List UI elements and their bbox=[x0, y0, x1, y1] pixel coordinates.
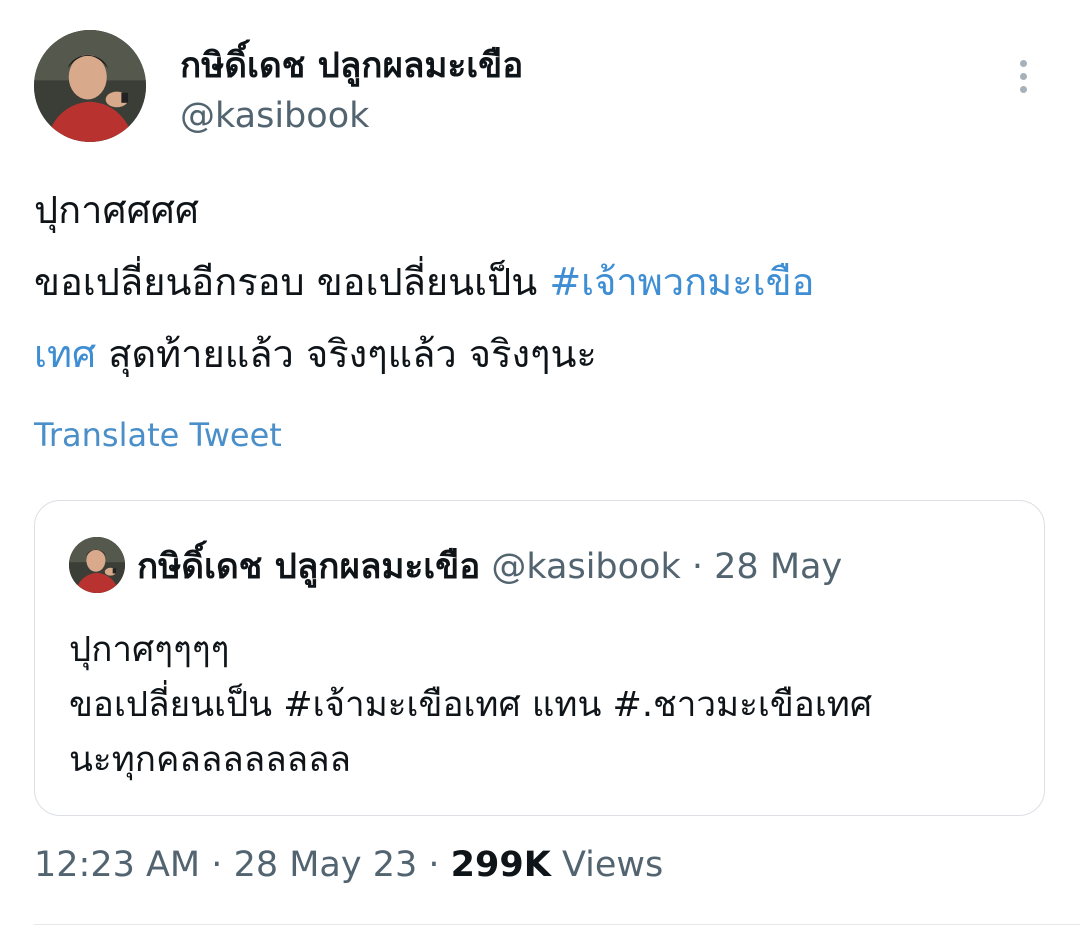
separator-dot: · bbox=[428, 845, 440, 885]
quoted-tweet-header: กษิดิ์เดช ปลูกผลมะเขือ @kasibook · 28 Ma… bbox=[137, 545, 842, 589]
translate-tweet-link[interactable]: Translate Tweet bbox=[34, 414, 282, 456]
hashtag-link[interactable]: เทศ bbox=[34, 332, 96, 376]
tweet-text: ปุกาศศศศ ขอเปลี่ยนอีกรอบ ขอเปลี่ยนเป็น #… bbox=[34, 174, 1049, 390]
text-segment: ขอเปลี่ยนอีกรอบ ขอเปลี่ยนเป็น bbox=[34, 260, 550, 304]
views-count[interactable]: 299K bbox=[451, 845, 551, 885]
quoted-author-handle: @kasibook bbox=[491, 547, 681, 587]
quoted-author-name: กษิดิ์เดช ปลูกผลมะเขือ bbox=[137, 547, 481, 587]
hashtag-link[interactable]: #เจ้าพวกมะเขือ bbox=[549, 260, 814, 304]
quoted-tweet-text: ปุกาศๆๆๆๆ ขอเปลี่ยนเป็น #เจ้ามะเขือเทศ แ… bbox=[69, 623, 872, 788]
quoted-author-avatar bbox=[69, 537, 125, 593]
separator-dot: · bbox=[211, 845, 223, 885]
quoted-line: ขอเปลี่ยนเป็น #เจ้ามะเขือเทศ แทน #.ชาวมะ… bbox=[69, 685, 873, 725]
quoted-line: ปุกาศๆๆๆๆ bbox=[69, 630, 230, 670]
more-dot bbox=[1020, 60, 1027, 67]
separator-dot: · bbox=[691, 547, 704, 587]
quoted-line: นะทุกคลลลลลลลล bbox=[69, 740, 351, 780]
text-segment: สุดท้ายแล้ว จริงๆแล้ว จริงๆนะ bbox=[96, 332, 597, 376]
tweet-line: เทศ สุดท้ายแล้ว จริงๆแล้ว จริงๆนะ bbox=[34, 318, 1049, 390]
avatar-photo-icon bbox=[69, 537, 125, 593]
quoted-separator: · bbox=[681, 547, 714, 587]
more-dot bbox=[1020, 73, 1027, 80]
quoted-tweet-card[interactable]: กษิดิ์เดช ปลูกผลมะเขือ @kasibook · 28 Ma… bbox=[34, 500, 1045, 816]
text-segment: ปุกาศศศศ bbox=[34, 188, 199, 232]
tweet-date[interactable]: 28 May 23 bbox=[234, 845, 418, 885]
author-avatar[interactable] bbox=[34, 30, 146, 142]
divider bbox=[34, 924, 1080, 925]
tweet-time[interactable]: 12:23 AM bbox=[34, 845, 200, 885]
tweet-meta: 12:23 AM · 28 May 23 · 299K Views bbox=[34, 842, 663, 888]
more-options-icon[interactable] bbox=[1006, 56, 1042, 96]
author-display-name[interactable]: กษิดิ์เดช ปลูกผลมะเขือ bbox=[180, 44, 523, 88]
author-handle[interactable]: @kasibook bbox=[180, 94, 369, 138]
tweet-line: ปุกาศศศศ bbox=[34, 174, 1049, 246]
quoted-date: 28 May bbox=[714, 547, 843, 587]
views-label[interactable]: Views bbox=[562, 845, 663, 885]
more-dot bbox=[1020, 86, 1027, 93]
avatar-photo-icon bbox=[34, 30, 146, 142]
tweet-line: ขอเปลี่ยนอีกรอบ ขอเปลี่ยนเป็น #เจ้าพวกมะ… bbox=[34, 246, 1049, 318]
